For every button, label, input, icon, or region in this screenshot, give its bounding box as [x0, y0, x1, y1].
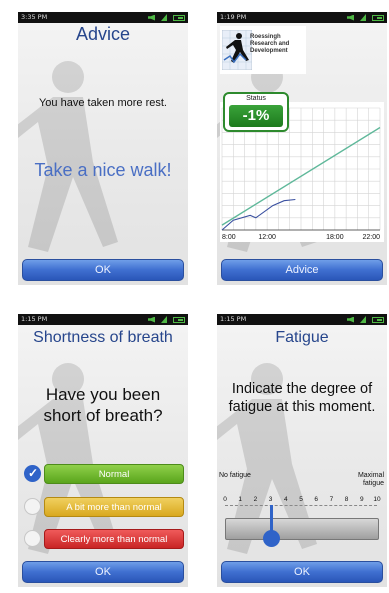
page-title: Fatigue [275, 329, 329, 346]
instruction-text: Indicate the degree of fatigue at this m… [228, 381, 376, 415]
scale-number: 1 [238, 496, 242, 503]
scale-number: 9 [359, 496, 364, 503]
status-bar: 3:35 PM [18, 12, 188, 23]
min-label: No fatigue [219, 472, 251, 479]
signal-icon [360, 316, 366, 323]
signal-icon [161, 14, 167, 21]
fatigue-screen: 1:15 PM Fatigue Indicate the degree of f… [217, 314, 387, 587]
volume-icon [347, 14, 354, 21]
battery-icon [173, 316, 185, 323]
option-normal[interactable]: Normal [24, 464, 186, 484]
slider-track[interactable] [225, 518, 379, 540]
signal-icon [161, 316, 167, 323]
option-clearly-more[interactable]: Clearly more than normal [24, 529, 186, 549]
scale-ruler [225, 505, 377, 511]
status-value: -1% [229, 105, 283, 127]
logo-text: Roessingh Research and Development [250, 34, 290, 54]
x-tick-label: 22:00 [362, 234, 380, 241]
scale-number: 5 [299, 496, 303, 503]
status-time: 1:19 PM [220, 13, 247, 21]
shortness-of-breath-screen: 1:15 PM Shortness of breath Have you bee… [18, 314, 188, 587]
x-tick-label: 8:00 [222, 234, 236, 241]
battery-icon [372, 316, 384, 323]
advice-screen: 3:35 PM Advice You have taken more rest.… [18, 12, 188, 285]
volume-icon [148, 14, 155, 21]
status-label: Status [246, 95, 266, 102]
option-bit-more[interactable]: A bit more than normal [24, 497, 186, 517]
ok-button[interactable]: OK [22, 561, 184, 583]
scale-number: 10 [373, 496, 381, 503]
status-bar: 1:19 PM [217, 12, 387, 23]
scale-number: 2 [253, 496, 258, 503]
radio-checked-icon[interactable] [24, 465, 41, 482]
option-button-bit-more[interactable]: A bit more than normal [44, 497, 184, 517]
status-box: Status -1% [223, 92, 289, 132]
status-bar: 1:15 PM [18, 314, 188, 325]
option-button-normal[interactable]: Normal [44, 464, 184, 484]
max-label: Maximal fatigue [357, 472, 384, 487]
battery-icon [173, 14, 185, 21]
battery-icon [372, 14, 384, 21]
volume-icon [347, 316, 354, 323]
slider-thumb[interactable] [263, 530, 280, 547]
status-time: 1:15 PM [21, 315, 48, 323]
rrd-logo: Roessingh Research and Development [220, 26, 306, 74]
page-title: Shortness of breath [33, 329, 173, 346]
radio-unchecked-icon[interactable] [24, 530, 41, 547]
rest-message: You have taken more rest. [38, 97, 167, 109]
runner-logo-icon [222, 30, 252, 70]
advice-button[interactable]: Advice [221, 259, 383, 281]
volume-icon [148, 316, 155, 323]
radio-unchecked-icon[interactable] [24, 498, 41, 515]
scale-number: 6 [314, 496, 318, 503]
question-text: Have you been short of breath? [43, 385, 163, 425]
ok-button[interactable]: OK [22, 259, 184, 281]
scale-number: 3 [268, 496, 273, 503]
signal-icon [360, 14, 366, 21]
scale-number: 0 [223, 496, 227, 503]
scale-number: 8 [344, 496, 349, 503]
x-tick-label: 12:00 [258, 234, 276, 241]
scale-number: 4 [283, 496, 288, 503]
status-bar: 1:15 PM [217, 314, 387, 325]
option-button-clearly-more[interactable]: Clearly more than normal [44, 529, 184, 549]
ok-button[interactable]: OK [221, 561, 383, 583]
status-screen: 1:19 PM Roessingh Research and Developme… [217, 12, 387, 285]
scale-number: 7 [329, 496, 334, 503]
page-title: Advice [75, 24, 131, 44]
x-tick-label: 18:00 [326, 234, 344, 241]
advice-text: Take a nice walk! [34, 160, 172, 180]
status-time: 3:35 PM [21, 13, 48, 21]
status-time: 1:15 PM [220, 315, 247, 323]
